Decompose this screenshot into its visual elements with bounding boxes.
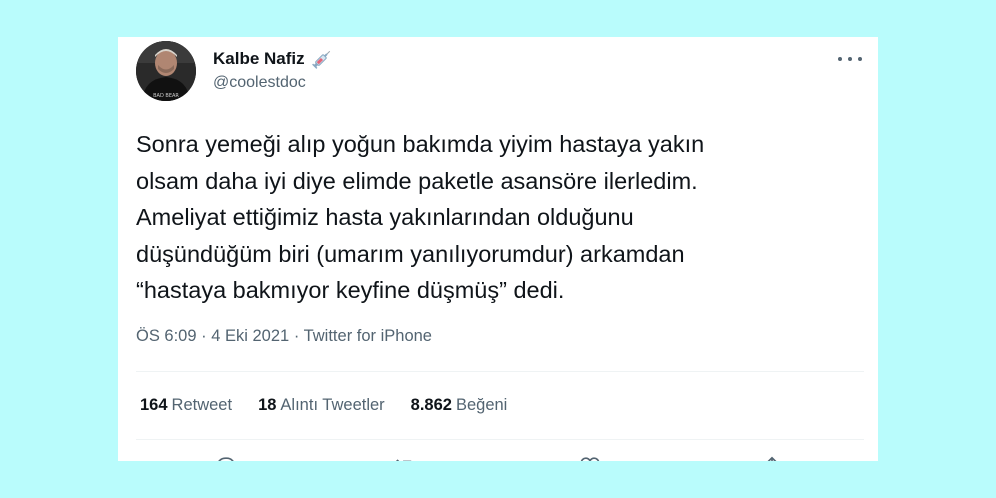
avatar-image: BAD BEAR — [136, 41, 196, 101]
more-dots-icon[interactable] — [838, 51, 862, 67]
tweet-text: Sonra yemeği alıp yoğun bakımda yiyim ha… — [136, 126, 856, 309]
reply-icon[interactable] — [215, 455, 237, 461]
divider — [136, 439, 864, 440]
likes-label: Beğeni — [455, 396, 508, 414]
tweet-line: Ameliyat ettiğimiz hasta yakınlarından o… — [136, 204, 634, 230]
likes-stat[interactable]: 8.862 Beğeni — [411, 396, 508, 415]
divider — [136, 371, 864, 372]
quotes-stat[interactable]: 18 Alıntı Tweetler — [258, 396, 385, 415]
retweets-label: Retweet — [171, 396, 233, 414]
author-name[interactable]: Kalbe Nafiz — [213, 48, 333, 70]
tweet-line: olsam daha iyi diye elimde paketle asans… — [136, 167, 698, 194]
likes-count: 8.862 — [410, 396, 452, 414]
author-handle[interactable]: @coolestdoc — [213, 74, 306, 92]
quotes-label: Alıntı Tweetler — [280, 396, 385, 414]
retweet-icon[interactable] — [393, 455, 415, 461]
tweet-line: “hastaya bakmıyor keyfine düşmüş” dedi. — [136, 277, 565, 303]
tweet-time[interactable]: ÖS 6:09 — [136, 327, 197, 345]
tweet-date[interactable]: 4 Eki 2021 — [211, 327, 289, 345]
tweet-stats: 164 Retweet 18 Alıntı Tweetler 8.862 Beğeni — [140, 396, 533, 415]
meta-separator: · — [201, 327, 212, 345]
meta-separator: · — [293, 327, 304, 345]
like-icon[interactable] — [579, 455, 601, 461]
retweets-stat[interactable]: 164 Retweet — [140, 396, 232, 415]
tweet-line: düşündüğüm biri (umarım yanılıyorumdur) … — [136, 240, 685, 267]
tweet-line: Sonra yemeği alıp yoğun bakımda yiyim ha… — [136, 131, 705, 157]
tweet-meta: ÖS 6:09 · 4 Eki 2021 · Twitter for iPhon… — [136, 327, 432, 346]
tweet-source[interactable]: Twitter for iPhone — [304, 327, 432, 345]
avatar[interactable]: BAD BEAR — [136, 41, 196, 101]
author-name-text: Kalbe Nafiz — [213, 49, 305, 68]
syringe-icon — [311, 48, 333, 70]
tweet-card: BAD BEAR Kalbe Nafiz @coolestdoc Sonra y — [118, 37, 878, 461]
svg-text:BAD BEAR: BAD BEAR — [153, 93, 179, 99]
retweets-count: 164 — [140, 396, 168, 414]
quotes-count: 18 — [258, 396, 277, 414]
share-icon[interactable] — [761, 455, 783, 461]
